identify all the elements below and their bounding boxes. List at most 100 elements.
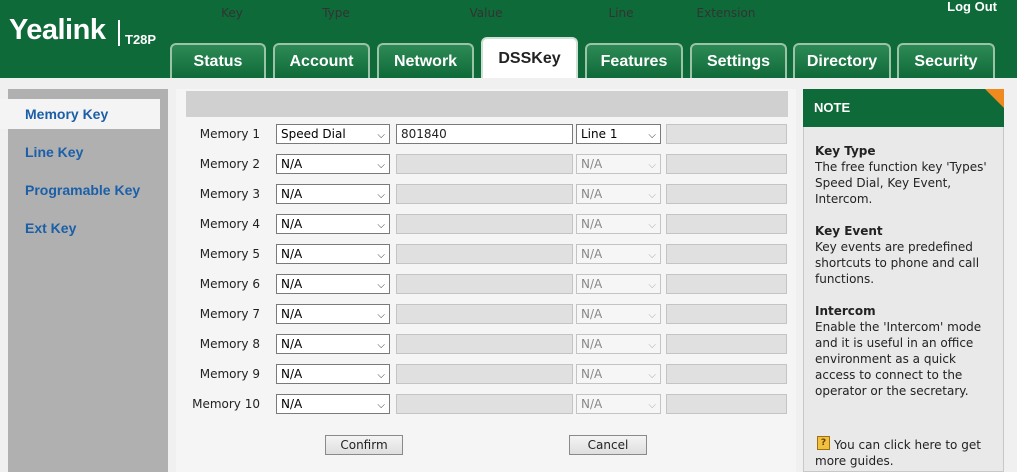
row-key-label: Memory 10: [192, 397, 260, 411]
value-input: [396, 394, 573, 414]
line-select-value: N/A: [581, 187, 603, 201]
line-select: N/A ⌵: [576, 394, 661, 414]
extension-input: [666, 124, 787, 144]
chevron-down-icon: ⌵: [377, 130, 385, 141]
sidebar-item-ext-key[interactable]: Ext Key: [0, 213, 160, 243]
type-select-value: N/A: [281, 397, 303, 411]
note-heading: NOTE: [803, 89, 1004, 127]
line-select-value: N/A: [581, 277, 603, 291]
logo-divider: [118, 20, 120, 46]
type-select[interactable]: N/A ⌵: [276, 184, 390, 204]
note-text-key-type: The free function key 'Types' Speed Dial…: [815, 160, 987, 206]
chevron-down-icon: ⌵: [377, 370, 385, 381]
tab-features[interactable]: Features: [585, 43, 683, 78]
line-select: N/A ⌵: [576, 334, 661, 354]
chevron-down-icon: ⌵: [648, 310, 656, 321]
value-input: [396, 304, 573, 324]
row-key-label: Memory 2: [199, 157, 260, 171]
line-select: N/A ⌵: [576, 184, 661, 204]
extension-input: [666, 364, 787, 384]
tab-security[interactable]: Security: [897, 43, 995, 78]
chevron-down-icon: ⌵: [648, 280, 656, 291]
extension-input: [666, 274, 787, 294]
sidebar-item-programable-key[interactable]: Programable Key: [0, 175, 160, 205]
type-select[interactable]: N/A ⌵: [276, 274, 390, 294]
col-header-type: Type: [322, 6, 350, 20]
chevron-down-icon: ⌵: [648, 190, 656, 201]
value-input: [396, 364, 573, 384]
extension-input: [666, 304, 787, 324]
type-select-value: N/A: [281, 307, 303, 321]
type-select-value: Speed Dial: [281, 127, 346, 141]
row-key-label: Memory 6: [199, 277, 260, 291]
table-header: [186, 91, 788, 117]
model-label: T28P: [125, 32, 157, 47]
type-select[interactable]: N/A ⌵: [276, 154, 390, 174]
row-key-label: Memory 9: [199, 367, 260, 381]
note-title-key-type: Key Type: [815, 144, 876, 158]
type-select[interactable]: N/A ⌵: [276, 394, 390, 414]
tab-network[interactable]: Network: [377, 43, 474, 78]
row-key-label: Memory 7: [199, 307, 260, 321]
chevron-down-icon: ⌵: [648, 160, 656, 171]
guide-link[interactable]: You can click here to get more guides.: [815, 437, 999, 469]
extension-input: [666, 394, 787, 414]
tab-account[interactable]: Account: [273, 43, 370, 78]
line-select-value: N/A: [581, 247, 603, 261]
line-select: N/A ⌵: [576, 244, 661, 264]
tab-status[interactable]: Status: [170, 43, 266, 78]
note-text-intercom: Enable the 'Intercom' mode and it is use…: [815, 320, 982, 398]
chevron-down-icon: ⌵: [648, 400, 656, 411]
sidebar-item-line-key[interactable]: Line Key: [0, 137, 160, 167]
row-key-label: Memory 5: [199, 247, 260, 261]
line-select: N/A ⌵: [576, 214, 661, 234]
chevron-down-icon: ⌵: [377, 190, 385, 201]
value-input: [396, 214, 573, 234]
note-title-key-event: Key Event: [815, 224, 883, 238]
extension-input: [666, 184, 787, 204]
line-select-value: Line 1: [581, 127, 618, 141]
type-select[interactable]: N/A ⌵: [276, 244, 390, 264]
note-text-key-event: Key events are predefined shortcuts to p…: [815, 240, 980, 286]
line-select: N/A ⌵: [576, 274, 661, 294]
value-input[interactable]: 801840: [396, 124, 573, 144]
type-select-value: N/A: [281, 247, 303, 261]
note-corner-icon: [985, 89, 1004, 108]
value-input: [396, 154, 573, 174]
type-select[interactable]: Speed Dial ⌵: [276, 124, 390, 144]
value-input: [396, 244, 573, 264]
line-select-value: N/A: [581, 307, 603, 321]
chevron-down-icon: ⌵: [648, 130, 656, 141]
type-select[interactable]: N/A ⌵: [276, 364, 390, 384]
brand-logo: Yealink: [9, 14, 106, 46]
chevron-down-icon: ⌵: [377, 220, 385, 231]
cancel-button[interactable]: Cancel: [569, 435, 647, 455]
line-select-value: N/A: [581, 397, 603, 411]
line-select: N/A ⌵: [576, 154, 661, 174]
line-select-value: N/A: [581, 217, 603, 231]
note-title-intercom: Intercom: [815, 304, 876, 318]
logout-link[interactable]: Log Out: [947, 0, 997, 14]
line-select[interactable]: Line 1 ⌵: [576, 124, 661, 144]
type-select[interactable]: N/A ⌵: [276, 304, 390, 324]
extension-input: [666, 334, 787, 354]
line-select-value: N/A: [581, 337, 603, 351]
type-select[interactable]: N/A ⌵: [276, 334, 390, 354]
type-select[interactable]: N/A ⌵: [276, 214, 390, 234]
sidebar-item-memory-key[interactable]: Memory Key: [0, 99, 160, 129]
tab-dsskey[interactable]: DSSKey: [481, 37, 578, 78]
type-select-value: N/A: [281, 367, 303, 381]
extension-input: [666, 244, 787, 264]
chevron-down-icon: ⌵: [648, 220, 656, 231]
type-select-value: N/A: [281, 337, 303, 351]
chevron-down-icon: ⌵: [648, 370, 656, 381]
row-key-label: Memory 1: [199, 127, 260, 141]
chevron-down-icon: ⌵: [377, 160, 385, 171]
tab-directory[interactable]: Directory: [793, 43, 891, 78]
type-select-value: N/A: [281, 217, 303, 231]
col-header-value: Value: [469, 6, 503, 20]
confirm-button[interactable]: Confirm: [325, 435, 403, 455]
tab-settings[interactable]: Settings: [690, 43, 787, 78]
col-header-key: Key: [221, 6, 243, 20]
extension-input: [666, 154, 787, 174]
